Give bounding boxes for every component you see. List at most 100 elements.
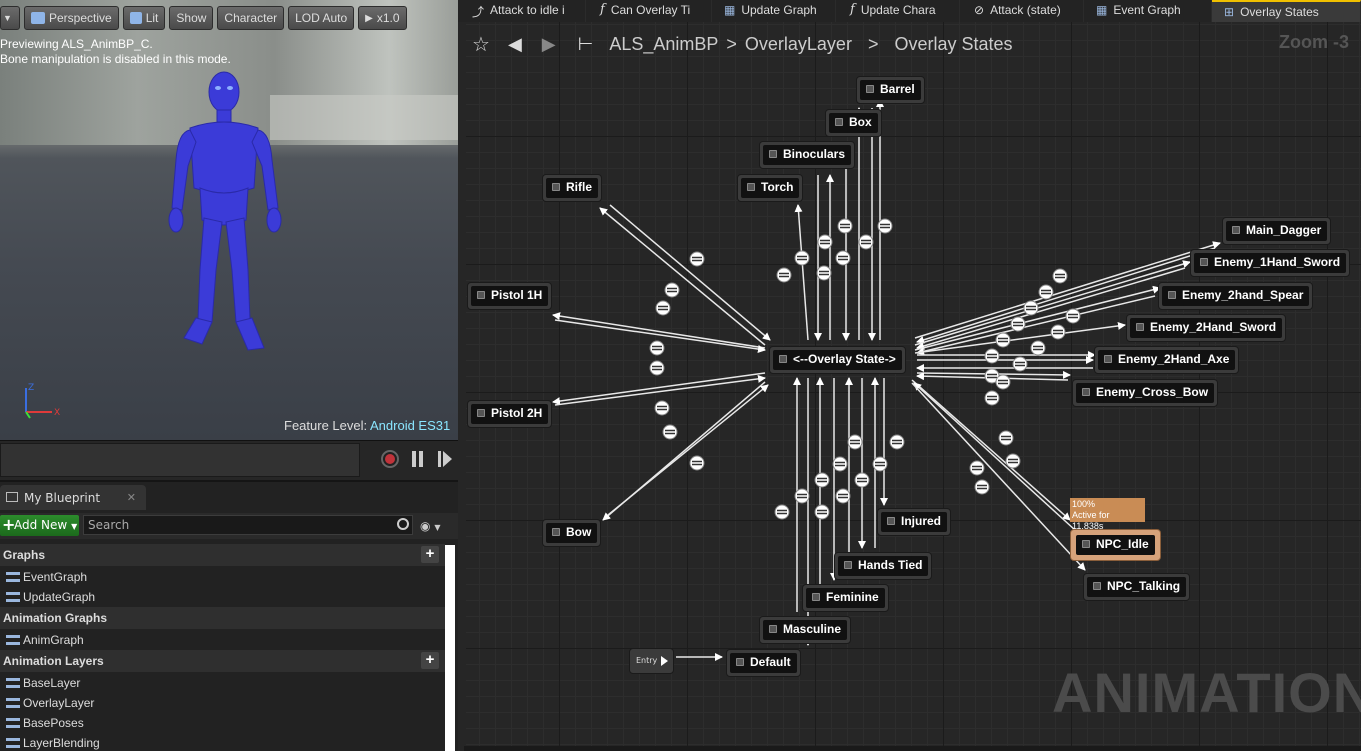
- show-button[interactable]: Show: [169, 6, 214, 30]
- lit-label: Lit: [145, 11, 159, 25]
- document-tabs: ⤴ Attack to idle i f Can Overlay Ti ▦ Updat…: [458, 0, 1361, 22]
- pause-button[interactable]: [411, 451, 425, 467]
- tab-overlay-states[interactable]: ⊞ Overlay States: [1212, 0, 1361, 22]
- tab-attack-to-idle[interactable]: ⤴ Attack to idle i: [458, 0, 586, 22]
- tab-label: Attack to idle i: [490, 3, 565, 17]
- tree-item-label: BasePoses: [23, 716, 84, 730]
- tab-update-character[interactable]: f Update Chara: [836, 0, 960, 22]
- tab-update-graph[interactable]: ▦ Update Graph: [712, 0, 836, 22]
- tab-label: Update Chara: [860, 3, 936, 17]
- state-barrel[interactable]: Barrel: [856, 76, 925, 104]
- visibility-options-button[interactable]: ◉ ▼: [420, 519, 444, 533]
- playback-speed-button[interactable]: ▶ x1.0: [358, 6, 407, 30]
- svg-text:X: X: [54, 408, 60, 418]
- tab-label: Event Graph: [1113, 3, 1181, 17]
- state-enemy-2hand-axe[interactable]: Enemy_2Hand_Axe: [1094, 346, 1240, 374]
- add-graph-button[interactable]: +: [421, 546, 439, 563]
- layer-icon: [6, 678, 20, 688]
- back-arrow-icon[interactable]: ◀: [508, 34, 522, 55]
- state-binoculars[interactable]: Binoculars: [759, 141, 856, 169]
- search-input[interactable]: Search: [83, 515, 413, 535]
- tree-item-animgraph[interactable]: AnimGraph: [0, 630, 445, 650]
- state-label: Hands Tied: [838, 556, 929, 576]
- tree-item-layerblending[interactable]: LayerBlending: [0, 733, 445, 751]
- category-graphs[interactable]: Graphs +: [0, 544, 445, 566]
- timeline-scrubber[interactable]: [0, 443, 360, 477]
- close-icon[interactable]: ✕: [127, 491, 136, 504]
- state-label: Injured: [881, 512, 948, 532]
- state-enemy-2hand-spear[interactable]: Enemy_2hand_Spear: [1158, 282, 1314, 310]
- lod-button[interactable]: LOD Auto: [288, 6, 355, 30]
- layer-icon: [6, 738, 20, 748]
- my-blueprint-tab-label: My Blueprint: [24, 491, 101, 505]
- tree-item-label: BaseLayer: [23, 676, 81, 690]
- state-label: <--Overlay State->: [773, 350, 902, 370]
- add-layer-button[interactable]: +: [421, 652, 439, 669]
- step-forward-button[interactable]: [438, 451, 452, 467]
- graph-type-watermark: ANIMATION: [1052, 661, 1361, 724]
- tree-scrollbar[interactable]: [445, 545, 455, 751]
- add-new-button[interactable]: + Add New ▼: [0, 515, 79, 536]
- state-npc-idle[interactable]: NPC_Idle: [1070, 529, 1161, 561]
- state-label: Rifle: [546, 178, 599, 198]
- state-pistol-2h[interactable]: Pistol 2H: [467, 400, 553, 428]
- graph-icon: ▦: [724, 3, 736, 17]
- tree-item-overlaylayer[interactable]: OverlayLayer: [0, 693, 445, 713]
- state-label: Enemy_2Hand_Sword: [1130, 318, 1283, 338]
- category-animation-layers-label: Animation Layers: [3, 654, 104, 668]
- entry-node[interactable]: Entry: [629, 648, 674, 674]
- perspective-button[interactable]: Perspective: [24, 6, 119, 30]
- state-npc-talking[interactable]: NPC_Talking: [1083, 573, 1191, 601]
- tree-item-label: UpdateGraph: [23, 590, 96, 604]
- state-rifle[interactable]: Rifle: [542, 174, 603, 202]
- breadcrumb-overlay-layer[interactable]: OverlayLayer: [745, 34, 852, 55]
- category-animation-graphs[interactable]: Animation Graphs: [0, 607, 445, 629]
- state-enemy-1hand-sword[interactable]: Enemy_1Hand_Sword: [1190, 249, 1351, 277]
- state-label: Feminine: [806, 588, 885, 608]
- forward-arrow-icon[interactable]: ▶: [542, 34, 556, 55]
- star-icon[interactable]: ☆: [472, 32, 490, 57]
- lit-sphere-icon: [129, 12, 142, 24]
- state-bow[interactable]: Bow: [542, 519, 602, 547]
- state-enemy-2hand-sword[interactable]: Enemy_2Hand_Sword: [1126, 314, 1287, 342]
- tree-item-baselayer[interactable]: BaseLayer: [0, 673, 445, 693]
- bone-info-text: Bone manipulation is disabled in this mo…: [0, 52, 231, 66]
- tab-attack-state[interactable]: ⊘ Attack (state): [960, 0, 1084, 22]
- tab-label: Update Graph: [741, 3, 817, 17]
- graph-canvas[interactable]: [466, 22, 1361, 746]
- state-label: Default: [730, 653, 797, 673]
- state-box[interactable]: Box: [825, 109, 882, 137]
- tree-item-label: EventGraph: [23, 570, 88, 584]
- lit-button[interactable]: Lit: [122, 6, 166, 30]
- tab-event-graph[interactable]: ▦ Event Graph: [1084, 0, 1212, 22]
- state-label: Barrel: [860, 80, 921, 100]
- tree-item-label: LayerBlending: [23, 736, 100, 750]
- preview-viewport[interactable]: ▼ Perspective Lit Show Character LOD Aut…: [0, 0, 458, 440]
- state-hands-tied[interactable]: Hands Tied: [834, 552, 933, 580]
- tree-item-baseposes[interactable]: BasePoses: [0, 713, 445, 733]
- state-torch[interactable]: Torch: [737, 174, 804, 202]
- function-icon: f: [850, 2, 855, 17]
- breadcrumb-root[interactable]: ALS_AnimBP: [609, 34, 718, 55]
- state-default[interactable]: Default: [726, 649, 801, 677]
- state-injured[interactable]: Injured: [877, 508, 952, 536]
- state-label: NPC_Idle: [1076, 535, 1155, 555]
- state-overlay-state[interactable]: <--Overlay State->: [769, 346, 906, 374]
- state-main-dagger[interactable]: Main_Dagger: [1222, 217, 1332, 245]
- my-blueprint-tab[interactable]: My Blueprint ✕: [0, 485, 146, 510]
- viewport-info: Previewing ALS_AnimBP_C. Bone manipulati…: [0, 37, 231, 67]
- state-feminine[interactable]: Feminine: [802, 584, 889, 612]
- category-animation-layers[interactable]: Animation Layers +: [0, 650, 445, 672]
- tab-can-overlay[interactable]: f Can Overlay Ti: [586, 0, 712, 22]
- graph-horizontal-scrollbar[interactable]: [464, 746, 1361, 751]
- state-masculine[interactable]: Masculine: [759, 616, 852, 644]
- character-label: Character: [224, 11, 278, 25]
- state-pistol-1h[interactable]: Pistol 1H: [467, 282, 553, 310]
- state-enemy-cross-bow[interactable]: Enemy_Cross_Bow: [1072, 379, 1219, 407]
- character-button[interactable]: Character: [217, 6, 285, 30]
- record-button[interactable]: [381, 450, 399, 468]
- tree-item-updategraph[interactable]: UpdateGraph: [0, 587, 445, 607]
- viewport-options-button[interactable]: ▼: [0, 6, 20, 30]
- feature-level-value[interactable]: Android ES31: [370, 418, 450, 433]
- tree-item-eventgraph[interactable]: EventGraph: [0, 567, 445, 587]
